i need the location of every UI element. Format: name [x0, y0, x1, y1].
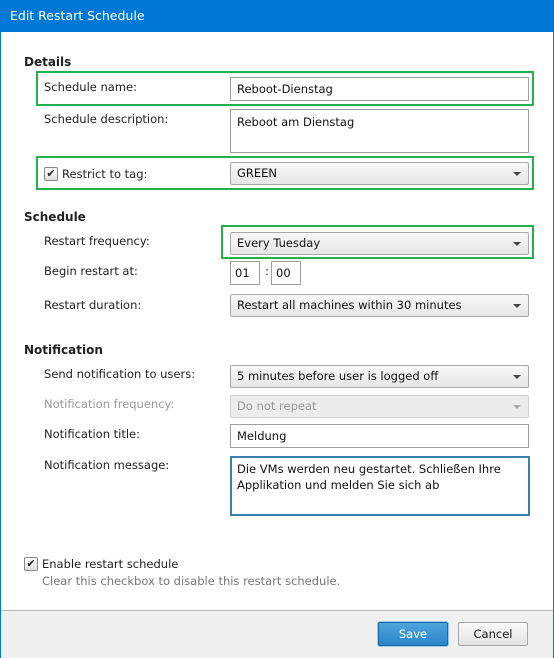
title-bar: Edit Restart Schedule: [0, 0, 554, 32]
restart-duration-value: Restart all machines within 30 minutes: [237, 298, 462, 312]
enable-restart-label: Enable restart schedule: [42, 557, 179, 571]
tag-value: GREEN: [237, 166, 278, 180]
restrict-to-tag-checkbox[interactable]: ✔: [44, 167, 58, 181]
send-notification-value: 5 minutes before user is logged off: [237, 369, 439, 383]
restrict-to-tag-label: Restrict to tag:: [62, 167, 148, 181]
restart-duration-label: Restart duration:: [44, 298, 142, 312]
schedule-heading: Schedule: [24, 210, 86, 224]
send-notification-label: Send notification to users:: [44, 367, 196, 381]
chevron-down-icon: [513, 304, 521, 308]
notification-message-label: Notification message:: [44, 458, 170, 472]
notification-heading: Notification: [24, 343, 103, 357]
dialog-title: Edit Restart Schedule: [10, 8, 145, 23]
enable-restart-help: Clear this checkbox to disable this rest…: [42, 574, 341, 588]
notification-message-input[interactable]: Die VMs werden neu gestartet. Schließen …: [230, 456, 530, 516]
cancel-button[interactable]: Cancel: [458, 622, 528, 646]
enable-restart-checkbox[interactable]: ✔: [24, 557, 38, 571]
schedule-description-label: Schedule description:: [44, 112, 169, 126]
schedule-description-input[interactable]: Reboot am Dienstag: [230, 109, 529, 153]
chevron-down-icon: [513, 375, 521, 379]
minute-input[interactable]: [271, 261, 301, 285]
restart-duration-select[interactable]: Restart all machines within 30 minutes: [230, 294, 529, 317]
chevron-down-icon: [513, 242, 521, 246]
notification-frequency-label: Notification frequency:: [44, 397, 175, 411]
hour-input[interactable]: [230, 261, 260, 285]
details-heading: Details: [24, 55, 72, 69]
notification-frequency-select: Do not repeat: [230, 395, 529, 418]
schedule-name-label: Schedule name:: [44, 80, 137, 94]
chevron-down-icon: [513, 172, 521, 176]
restart-frequency-value: Every Tuesday: [237, 236, 321, 250]
restart-frequency-label: Restart frequency:: [44, 234, 150, 248]
save-button[interactable]: Save: [378, 622, 448, 646]
schedule-name-input[interactable]: [230, 77, 529, 101]
tag-select[interactable]: GREEN: [230, 162, 529, 185]
send-notification-select[interactable]: 5 minutes before user is logged off: [230, 365, 529, 388]
time-separator: :: [265, 264, 269, 278]
restart-frequency-select[interactable]: Every Tuesday: [230, 232, 529, 255]
chevron-down-icon: [513, 405, 521, 409]
notification-title-label: Notification title:: [44, 427, 140, 441]
notification-title-input[interactable]: [230, 424, 529, 448]
notification-frequency-value: Do not repeat: [237, 399, 317, 413]
begin-restart-label: Begin restart at:: [44, 264, 138, 278]
